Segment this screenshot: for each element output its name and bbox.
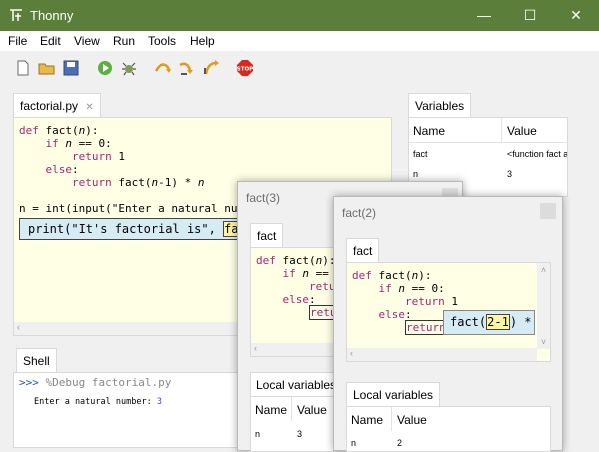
- current-subexpression-highlight: 2-1: [486, 314, 510, 330]
- code-line: n = int(input("Enter a natural number: [19, 202, 265, 215]
- tab-local-variables[interactable]: Local variables: [250, 372, 343, 397]
- editor-tab-label: factorial.py: [20, 99, 79, 113]
- variable-name: n: [351, 438, 357, 448]
- close-button[interactable]: ✕: [553, 0, 599, 31]
- save-icon[interactable]: [62, 59, 80, 77]
- frame-tab-label: fact: [257, 229, 277, 243]
- code-line: else:: [378, 308, 412, 321]
- menu-run[interactable]: Run: [113, 34, 135, 48]
- close-tab-icon[interactable]: ✕: [85, 102, 93, 113]
- menu-edit[interactable]: Edit: [40, 34, 61, 48]
- code-line: return 1: [71, 150, 125, 163]
- code-line: retur: [308, 280, 343, 293]
- variable-value: 2: [397, 438, 403, 448]
- variables-header: Name Value: [409, 118, 569, 143]
- maximize-button[interactable]: ☐: [507, 0, 553, 31]
- svg-text:STOP: STOP: [237, 67, 253, 73]
- tab-shell[interactable]: Shell: [16, 348, 57, 373]
- code-line: else:: [282, 293, 316, 306]
- frame-code-area[interactable]: def fact(n): if n == 0: return 1 else: r…: [346, 262, 551, 362]
- code-line: def fact(n):: [352, 269, 432, 282]
- code-line: return 1: [404, 295, 458, 308]
- step-into-icon[interactable]: [178, 59, 196, 77]
- code-line: else:: [45, 163, 79, 176]
- tab-fact[interactable]: fact: [250, 223, 284, 248]
- dialog-title: fact(3): [246, 191, 281, 205]
- debug-icon[interactable]: [120, 59, 138, 77]
- editor-horizontal-scrollbar[interactable]: ‹: [14, 322, 238, 335]
- shell-tab-label: Shell: [23, 354, 50, 368]
- code-line: if n == 0: [282, 267, 343, 280]
- variable-value: 3: [297, 429, 303, 439]
- code-line: def fact(n):: [19, 124, 99, 137]
- code-line: if n == 0:: [378, 282, 445, 295]
- open-folder-icon[interactable]: [38, 59, 56, 77]
- shell-output: Enter a natural number: 3: [34, 397, 162, 407]
- code-line: if n == 0:: [45, 137, 112, 150]
- step-over-icon[interactable]: [154, 59, 172, 77]
- step-out-icon[interactable]: [202, 59, 220, 77]
- menu-view[interactable]: View: [74, 34, 100, 48]
- thonny-logo-icon: [10, 9, 22, 21]
- frame-horizontal-scrollbar[interactable]: ‹: [347, 348, 537, 361]
- window-title: Thonny: [30, 8, 74, 23]
- tab-factorial-py[interactable]: factorial.py ✕: [13, 93, 101, 118]
- evaluation-popup: print("It's factorial is", fact(3)): [19, 218, 283, 240]
- dialog-title: fact(2): [342, 206, 377, 220]
- frame-locals-panel: Name Value n 2: [346, 406, 551, 452]
- locals-tab-label: Local variables: [353, 388, 434, 402]
- minimize-button[interactable]: —: [461, 0, 507, 31]
- column-value[interactable]: Value: [507, 124, 537, 138]
- run-icon[interactable]: [96, 59, 114, 77]
- locals-tab-label: Local variables: [256, 378, 337, 392]
- column-name[interactable]: Name: [255, 403, 287, 417]
- frame-vertical-scrollbar[interactable]: ˄ ˅: [537, 263, 550, 349]
- variable-name: n: [413, 169, 419, 179]
- code-line: return fact(n-1) * n: [71, 176, 205, 189]
- variable-value: 3: [507, 169, 513, 179]
- toolbar: STOP: [0, 51, 599, 85]
- frame-tab-label: fact: [353, 244, 373, 258]
- code-line: retur: [308, 305, 345, 320]
- tab-fact[interactable]: fact: [346, 238, 380, 263]
- code-line: return: [404, 320, 447, 335]
- variable-value: <function fact a: [507, 149, 567, 159]
- column-name[interactable]: Name: [413, 124, 445, 138]
- variables-tab-label: Variables: [415, 99, 465, 113]
- dialog-close-button[interactable]: [540, 203, 556, 219]
- popup-expression: fact(2-1) * n: [450, 314, 546, 330]
- frame-dialog-fact2: fact(2) fact def fact(n): if n == 0: ret…: [333, 196, 563, 452]
- variables-vertical-scrollbar[interactable]: [568, 117, 580, 197]
- shell-command-line: >>> %Debug factorial.py: [19, 376, 172, 389]
- title-bar: Thonny — ☐ ✕: [0, 0, 599, 31]
- menu-file[interactable]: File: [8, 34, 27, 48]
- column-value[interactable]: Value: [397, 413, 427, 427]
- tab-local-variables[interactable]: Local variables: [346, 382, 441, 407]
- evaluation-popup: fact(2-1) * n: [443, 310, 546, 335]
- menu-tools[interactable]: Tools: [148, 34, 176, 48]
- menu-bar: File Edit View Run Tools Help: [0, 31, 599, 51]
- menu-help[interactable]: Help: [190, 34, 215, 48]
- tab-variables[interactable]: Variables: [408, 93, 472, 118]
- code-line: def fact(n):: [256, 254, 336, 267]
- stop-icon[interactable]: STOP: [236, 59, 254, 77]
- variable-name: fact: [413, 149, 428, 159]
- column-name[interactable]: Name: [351, 413, 383, 427]
- column-value[interactable]: Value: [297, 403, 327, 417]
- new-file-icon[interactable]: [14, 59, 32, 77]
- variable-name: n: [255, 429, 261, 439]
